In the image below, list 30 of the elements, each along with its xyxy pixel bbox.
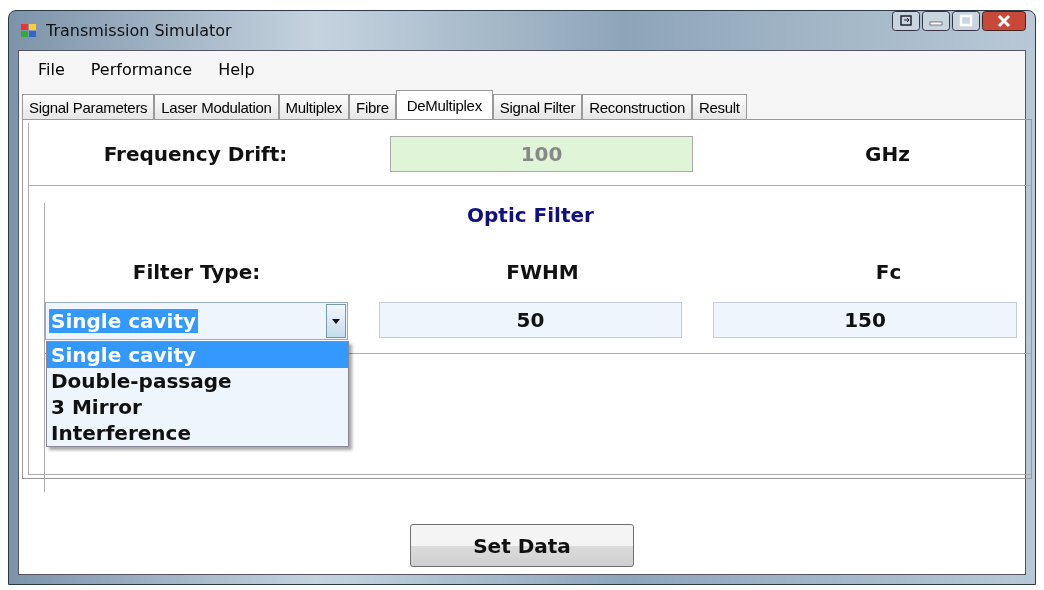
minimize-icon[interactable] [922, 11, 950, 31]
column-label: FWHM [505, 260, 580, 284]
input-field[interactable]: 150 [713, 302, 1017, 338]
tab[interactable]: DeMultiplex [395, 90, 493, 120]
unit-label: GHz [864, 142, 911, 166]
group-title: Optic Filter [466, 203, 595, 227]
tab[interactable]: Multiplex [278, 94, 350, 119]
dropdown-option[interactable]: 3 Mirror [47, 394, 348, 420]
field-label: Frequency Drift: [102, 142, 289, 166]
close-icon[interactable] [982, 11, 1026, 31]
column-label: Fc [874, 260, 903, 284]
maximize-icon[interactable] [952, 11, 980, 31]
app-icon [20, 21, 38, 40]
tab[interactable]: Signal Parameters [22, 94, 155, 119]
menu-item[interactable]: Help [205, 59, 268, 79]
caret-icon [332, 318, 340, 324]
tab[interactable]: Reconstruction [582, 94, 692, 119]
menu-item[interactable]: Performance [77, 59, 206, 79]
input-field[interactable]: 50 [379, 302, 682, 338]
window-title: Transmission Simulator [46, 21, 232, 40]
dropdown-option[interactable]: Interference [47, 420, 348, 446]
tab[interactable]: Signal Filter [492, 94, 583, 119]
menu-item[interactable]: File [25, 59, 78, 79]
dropdown-option[interactable]: Double-passage [47, 368, 348, 394]
tab[interactable]: Laser Modulation [154, 94, 279, 119]
tab[interactable]: Fibre [349, 94, 396, 119]
tab[interactable]: Result [692, 94, 747, 119]
window-restore-icon[interactable] [892, 11, 920, 31]
set-data-button[interactable]: Set Data [410, 524, 634, 567]
column-label: Filter Type: [131, 260, 262, 284]
